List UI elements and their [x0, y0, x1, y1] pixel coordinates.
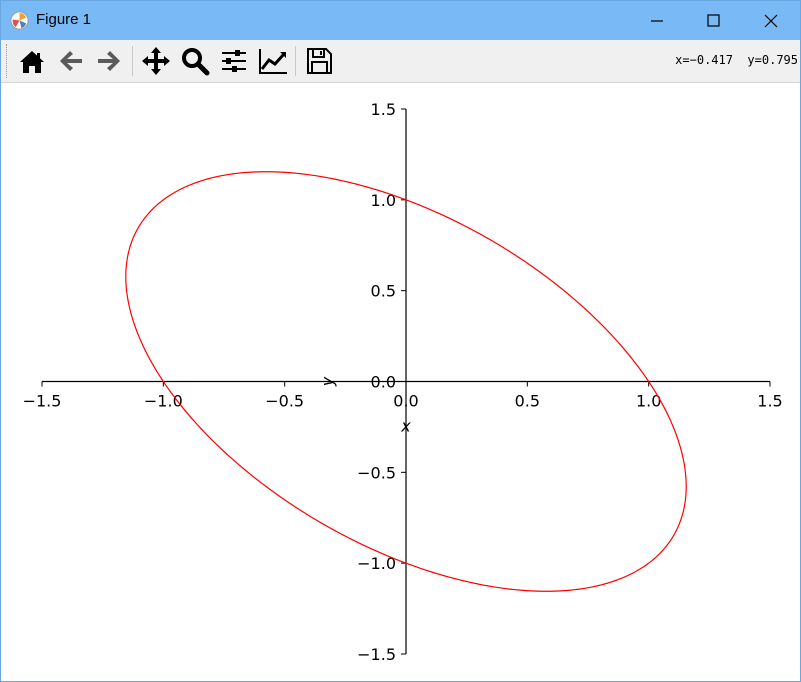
x-tick-label: 1.5: [757, 392, 782, 411]
close-button[interactable]: [742, 1, 800, 40]
x-tick-label: 1.0: [636, 392, 661, 411]
y-tick-label: −0.5: [357, 463, 396, 482]
pan-icon[interactable]: [140, 45, 172, 77]
y-tick-label: 1.0: [371, 191, 396, 210]
home-icon[interactable]: [16, 45, 48, 77]
navigation-toolbar: x=−0.417 y=0.795: [1, 40, 800, 83]
y-tick-label: 0.0: [371, 373, 396, 392]
minimize-button[interactable]: [628, 1, 686, 40]
forward-arrow-icon[interactable]: [93, 45, 125, 77]
toolbar-separator: [132, 46, 133, 76]
x-tick-label: −0.5: [265, 392, 304, 411]
x-tick-label: −1.5: [23, 392, 62, 411]
maximize-button[interactable]: [685, 1, 743, 40]
y-tick-label: 0.5: [371, 282, 396, 301]
plot-canvas[interactable]: −1.5 −1.0 −0.5 0.0 0.5 1.0 1.51.51.00.50.0−0.5…: [1, 82, 800, 681]
toolbar-grip: [6, 44, 10, 78]
x-tick-label: 0.0: [393, 392, 418, 411]
zoom-icon[interactable]: [179, 45, 211, 77]
save-icon[interactable]: [303, 45, 335, 77]
toolbar-separator: [295, 46, 296, 76]
figure-window: Figure 1 x=−0.417 y=0.795 −1.5 −1.0 −0.5…: [0, 0, 801, 682]
edit-axis-icon[interactable]: [257, 45, 289, 77]
matplotlib-logo-icon: [10, 11, 29, 30]
window-title: Figure 1: [36, 11, 92, 28]
x-tick-label: 0.5: [515, 392, 540, 411]
y-axis-label: y: [318, 376, 337, 387]
y-tick-label: −1.5: [357, 645, 396, 664]
back-arrow-icon[interactable]: [55, 45, 87, 77]
cursor-coordinates: x=−0.417 y=0.795: [675, 53, 798, 67]
title-bar[interactable]: Figure 1: [1, 1, 800, 40]
configure-subplots-icon[interactable]: [218, 45, 250, 77]
x-axis-label: x: [400, 417, 411, 436]
y-tick-label: 1.5: [371, 100, 396, 119]
